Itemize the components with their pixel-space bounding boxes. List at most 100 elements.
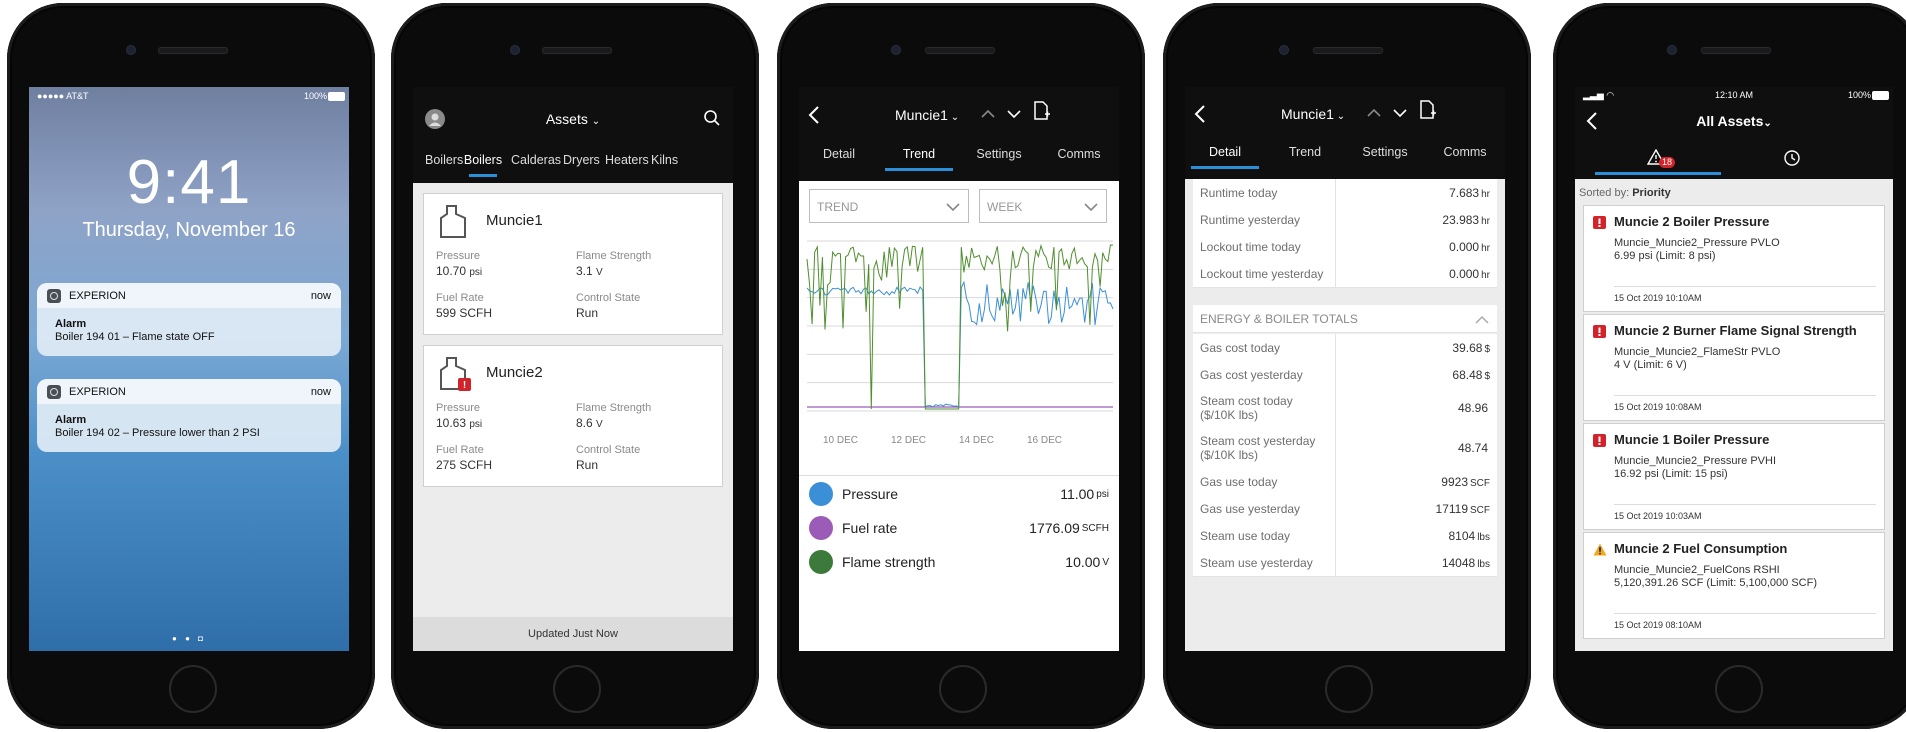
legend-pressure[interactable]: Pressure 11.00 psi bbox=[799, 477, 1119, 511]
trend-chart[interactable]: 10 DEC 12 DEC 14 DEC 16 DEC bbox=[799, 233, 1119, 463]
notification-app: EXPERION bbox=[69, 289, 126, 302]
notification-time: now bbox=[310, 289, 331, 302]
back-icon[interactable] bbox=[1193, 104, 1207, 124]
row-value: 0.000 hr bbox=[1449, 267, 1490, 281]
row-label: Gas cost yesterday bbox=[1200, 368, 1303, 382]
svg-text:!: ! bbox=[463, 380, 466, 391]
high-priority-icon bbox=[1593, 434, 1606, 447]
home-button[interactable] bbox=[1325, 665, 1373, 713]
camera bbox=[891, 45, 901, 55]
asset-selector[interactable]: All Assets⌄ bbox=[1575, 113, 1893, 129]
camera bbox=[1279, 45, 1289, 55]
state-label: Control State bbox=[576, 292, 641, 304]
history-icon[interactable] bbox=[1783, 149, 1801, 167]
phone-frame-4: Muncie1 ⌄ Detail Trend Settings Comms Ru… bbox=[1163, 3, 1531, 729]
chevron-down-icon[interactable] bbox=[1007, 109, 1021, 119]
notification-1[interactable]: EXPERION now Alarm Boiler 194 01 – Flame s… bbox=[37, 283, 341, 356]
chevron-up-icon[interactable] bbox=[1367, 108, 1381, 118]
row-label: Steam use yesterday bbox=[1200, 556, 1313, 570]
legend-flame-strength[interactable]: Flame strength 10.00 V bbox=[799, 545, 1119, 579]
battery-text: 100% bbox=[1847, 90, 1871, 100]
row-label: Runtime today bbox=[1200, 186, 1278, 200]
tab-settings[interactable]: Settings bbox=[959, 139, 1039, 169]
alarm-card[interactable]: Muncie 1 Boiler Pressure Muncie_Muncie2_P… bbox=[1583, 423, 1885, 530]
battery-icon bbox=[328, 92, 345, 101]
battery-text: 100% bbox=[303, 91, 327, 101]
chevron-up-icon[interactable] bbox=[981, 109, 995, 119]
row-value: 39.68 $ bbox=[1452, 341, 1490, 355]
chevron-down-icon: ⌄ bbox=[1763, 118, 1772, 129]
asset-selector[interactable]: Assets ⌄ bbox=[413, 111, 733, 127]
asset-selector[interactable]: Muncie1 ⌄ bbox=[895, 107, 959, 123]
tab-kilns[interactable]: Kilns bbox=[651, 145, 678, 175]
x-tick-2: 12 DEC bbox=[891, 435, 926, 446]
legend-fuel-rate[interactable]: Fuel rate 1776.09 SCFH bbox=[799, 511, 1119, 545]
chevron-down-icon bbox=[1084, 203, 1098, 212]
alarm-title: Muncie 2 Boiler Pressure bbox=[1614, 214, 1770, 229]
flame-label: Flame Strength bbox=[576, 402, 652, 414]
row-label: Steam cost today ($/10K lbs) bbox=[1200, 394, 1293, 422]
tab-heaters[interactable]: Heaters bbox=[605, 145, 649, 175]
row-value: 23.983 hr bbox=[1442, 213, 1490, 227]
section-energy-totals[interactable]: ENERGY & BOILER TOTALS bbox=[1193, 305, 1497, 333]
add-report-icon[interactable] bbox=[1419, 100, 1437, 120]
row-label: Lockout time yesterday bbox=[1200, 267, 1324, 281]
header-title: Assets bbox=[545, 111, 588, 127]
notification-title: Alarm bbox=[55, 414, 87, 426]
page-dots: ● ● ◘ bbox=[172, 634, 206, 643]
alarm-card[interactable]: Muncie 2 Boiler Pressure Muncie_Muncie2_P… bbox=[1583, 205, 1885, 312]
boiler-icon: ! bbox=[440, 357, 471, 391]
alarm-detail: 4 V (Limit: 6 V) bbox=[1614, 359, 1687, 371]
trend-select[interactable]: TREND bbox=[809, 189, 969, 223]
tab-trend[interactable]: Trend bbox=[1265, 137, 1345, 167]
tab-alarms[interactable]: 18 bbox=[1595, 145, 1721, 175]
state-label: Control State bbox=[576, 444, 641, 456]
sort-label[interactable]: Sorted by: Priority bbox=[1579, 187, 1671, 199]
notification-2[interactable]: EXPERION now Alarm Boiler 194 02 – Pressur… bbox=[37, 379, 341, 452]
alarm-tag: Muncie_Muncie2_FuelCons RSHI bbox=[1614, 564, 1780, 576]
tab-boilers[interactable]: Boilers bbox=[425, 145, 463, 175]
medium-priority-icon bbox=[1593, 543, 1607, 556]
row-label: Gas cost today bbox=[1200, 341, 1281, 355]
add-report-icon[interactable] bbox=[1033, 101, 1051, 121]
tab-boilers-active[interactable]: Boilers bbox=[463, 145, 503, 177]
chevron-down-icon bbox=[946, 203, 960, 212]
fuel-value: 275 SCFH bbox=[436, 458, 493, 472]
asset-name: Muncie2 bbox=[486, 364, 543, 381]
row-value: 48.74 bbox=[1457, 441, 1488, 455]
tab-comms[interactable]: Comms bbox=[1425, 137, 1505, 167]
tab-detail[interactable]: Detail bbox=[1185, 137, 1265, 169]
asset-selector[interactable]: Muncie1 ⌄ bbox=[1281, 106, 1345, 122]
category-tabs: Boilers Boilers Calderas Dryers Heaters … bbox=[413, 145, 733, 177]
speaker bbox=[158, 47, 228, 54]
notification-body: Boiler 194 01 – Flame state OFF bbox=[55, 331, 215, 343]
tab-calderas[interactable]: Calderas bbox=[511, 145, 561, 175]
state-value: Run bbox=[576, 306, 599, 320]
notification-body: Boiler 194 02 – Pressure lower than 2 PS… bbox=[55, 427, 260, 439]
alarm-card[interactable]: Muncie 2 Fuel Consumption Muncie_Muncie2_… bbox=[1583, 532, 1885, 639]
fuel-label: Fuel Rate bbox=[436, 444, 484, 456]
tab-comms[interactable]: Comms bbox=[1039, 139, 1119, 169]
alarm-detail: 16.92 psi (Limit: 15 psi) bbox=[1614, 468, 1728, 480]
chevron-down-icon[interactable] bbox=[1393, 108, 1407, 118]
tab-dryers[interactable]: Dryers bbox=[563, 145, 600, 175]
chevron-up-icon bbox=[1475, 315, 1489, 324]
period-select[interactable]: WEEK bbox=[979, 189, 1107, 223]
alarm-card[interactable]: Muncie 2 Burner Flame Signal Strength Mun… bbox=[1583, 314, 1885, 421]
tab-settings[interactable]: Settings bbox=[1345, 137, 1425, 167]
lock-date: Thursday, November 16 bbox=[82, 219, 296, 241]
tab-detail[interactable]: Detail bbox=[799, 139, 879, 169]
asset-card-muncie1[interactable]: Muncie1 Pressure 10.70 psi Flame Strengt… bbox=[423, 193, 723, 335]
home-button[interactable] bbox=[1715, 665, 1763, 713]
back-icon[interactable] bbox=[807, 105, 821, 125]
row-label: Lockout time today bbox=[1200, 240, 1301, 254]
home-button[interactable] bbox=[169, 665, 217, 713]
home-button[interactable] bbox=[939, 665, 987, 713]
header: Assets ⌄ Boilers Boilers Calderas Dryers… bbox=[413, 87, 733, 183]
tab-trend[interactable]: Trend bbox=[879, 139, 959, 171]
home-button[interactable] bbox=[553, 665, 601, 713]
row-value: 48.96 bbox=[1457, 401, 1488, 415]
asset-card-muncie2[interactable]: ! Muncie2 Pressure 10.63 psi Flame Stren… bbox=[423, 345, 723, 487]
x-tick-4: 16 DEC bbox=[1027, 435, 1062, 446]
search-icon[interactable] bbox=[703, 109, 721, 127]
